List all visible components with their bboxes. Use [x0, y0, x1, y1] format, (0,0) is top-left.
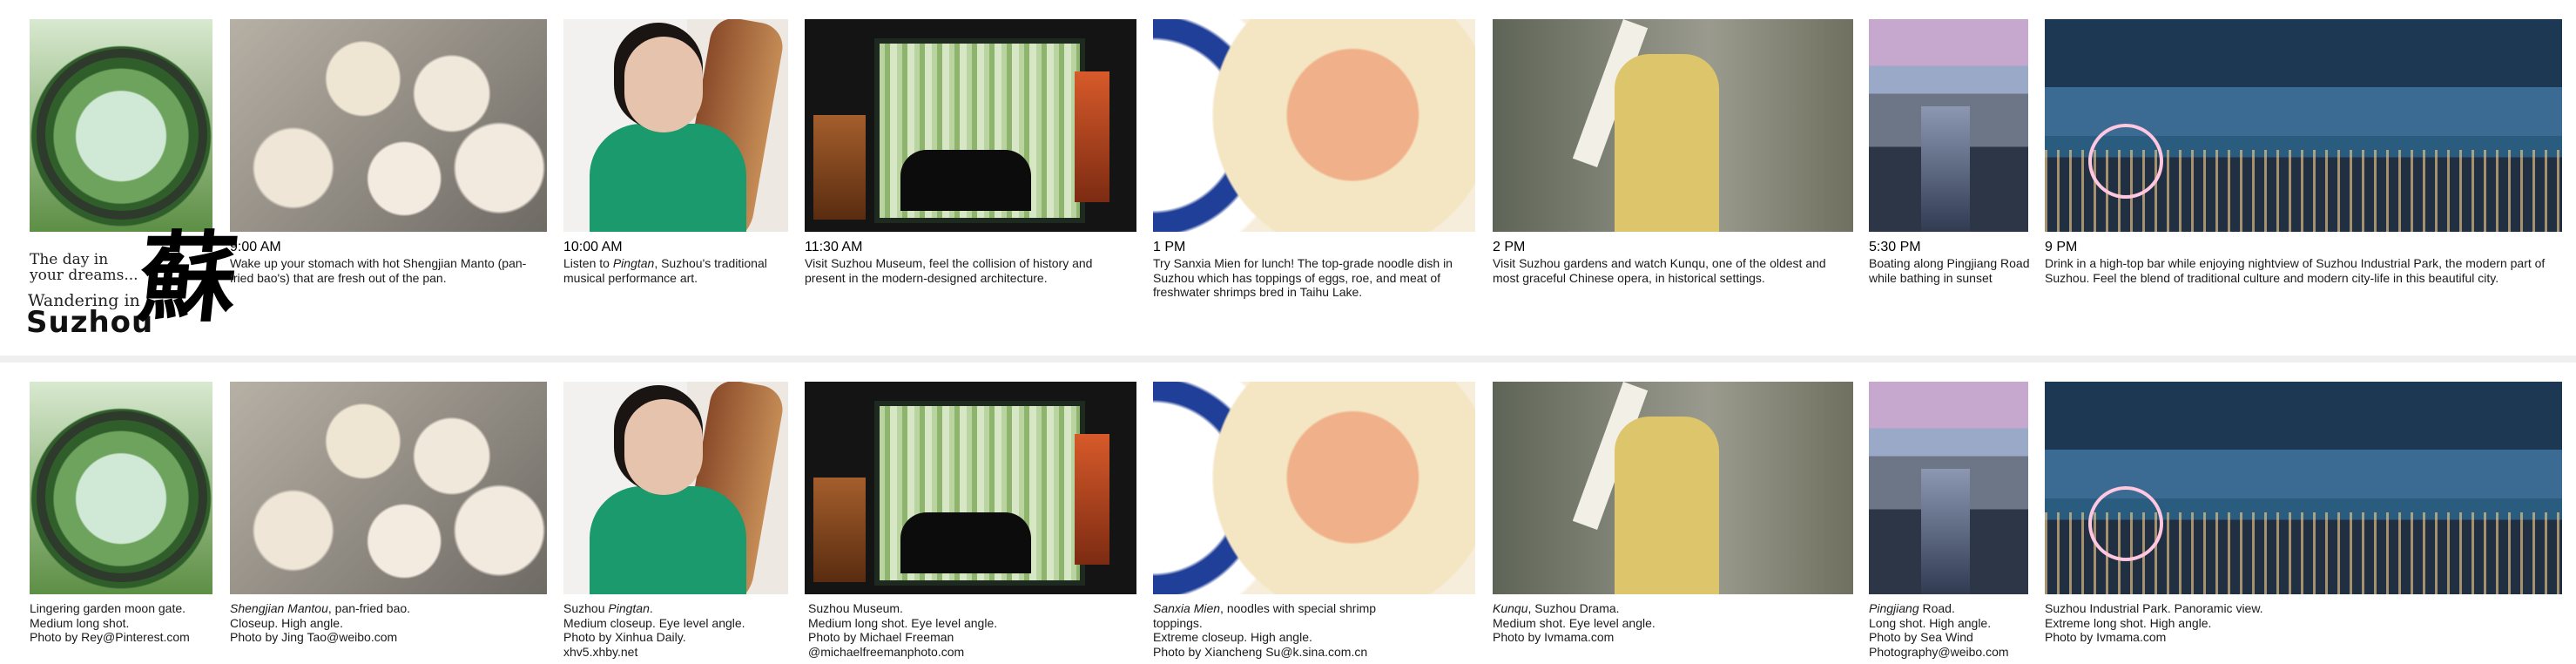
photo-credit: Suzhou Museum. Medium long shot. Eye lev…	[808, 601, 1140, 659]
credit-line: Photo by Ivmama.com	[1493, 630, 1615, 644]
kunqu-photo	[1493, 19, 1853, 232]
credit-line: Medium shot. Eye level angle.	[1493, 615, 1656, 630]
credit-line: Photo by Rey@Pinterest.com	[30, 630, 190, 644]
credit-line: Suzhou Industrial Park. Panoramic view.	[2045, 601, 2263, 615]
su-calligraphy: 蘇	[133, 221, 243, 335]
industrial-park-photo	[2045, 382, 2562, 594]
photo-credit: Suzhou Pingtan. Medium closeup. Eye leve…	[563, 601, 788, 659]
credit-line: Photography@weibo.com	[1869, 644, 2009, 659]
credit-text: , noodles with special shrimp	[1220, 601, 1377, 615]
schedule-text: Visit Suzhou gardens and watch Kunqu, on…	[1493, 256, 1826, 285]
credit-italic: Shengjian Mantou	[230, 601, 328, 615]
photo-credit: Shengjian Mantou, pan-fried bao. Closeup…	[230, 601, 547, 645]
credit-text: .	[649, 601, 653, 615]
credit-line: Photo by Xiancheng Su@k.sina.com.cn	[1153, 644, 1368, 659]
credit-line: Kunqu, Suzhou Drama.	[1493, 601, 1853, 616]
suzhou-museum-photo	[805, 382, 1136, 594]
shengjian-manto-photo	[230, 19, 547, 232]
schedule-time: 9:00 AM	[230, 240, 281, 254]
schedule-text-pre: Listen to	[563, 256, 613, 270]
pingtan-photo	[563, 19, 788, 232]
schedule-item: 2 PM Visit Suzhou gardens and watch Kunq…	[1493, 239, 1853, 285]
schedule-time: 11:30 AM	[805, 240, 863, 254]
photo-credit: Kunqu, Suzhou Drama. Medium shot. Eye le…	[1493, 601, 1853, 645]
schedule-time: 1 PM	[1153, 240, 1186, 254]
schedule-text: Visit Suzhou Museum, feel the collision …	[805, 256, 1093, 285]
schedule-time: 5:30 PM	[1869, 240, 1921, 254]
industrial-park-photo	[2045, 19, 2562, 232]
schedule-text: Wake up your stomach with hot Shengjian …	[230, 256, 527, 285]
suzhou-museum-photo	[805, 19, 1136, 232]
credit-line: xhv5.xhby.net	[563, 644, 638, 659]
schedule-time: 10:00 AM	[563, 240, 623, 254]
schedule-time: 2 PM	[1493, 240, 1526, 254]
schedule-item: 5:30 PM Boating along Pingjiang Road whi…	[1869, 239, 2034, 285]
credit-line: Photo by Jing Tao@weibo.com	[230, 630, 398, 644]
schedule-text-italic: Pingtan	[612, 256, 655, 270]
credit-line: Sanxia Mien, noodles with special shrimp	[1153, 601, 1477, 616]
pingjiang-road-photo	[1869, 19, 2028, 232]
pingtan-photo	[563, 382, 788, 594]
sanxia-mien-photo	[1153, 19, 1475, 232]
credit-line: @michaelfreemanphoto.com	[808, 644, 965, 659]
credits-row: Lingering garden moon gate. Medium long …	[0, 362, 2576, 664]
credit-line: Photo by Ivmama.com	[2045, 630, 2167, 644]
credit-line: Suzhou Museum.	[808, 601, 903, 615]
credit-line: Photo by Michael Freeman	[808, 630, 954, 644]
photo-credit: Pingjiang Road. Long shot. High angle. P…	[1869, 601, 2034, 659]
credit-line: Medium long shot.	[30, 615, 130, 630]
credit-line: toppings.	[1153, 615, 1203, 630]
schedule-time: 9 PM	[2045, 240, 2078, 254]
credit-line: Photo by Sea Wind	[1869, 630, 1973, 644]
schedule-text: Try Sanxia Mien for lunch! The top-grade…	[1153, 256, 1453, 299]
pingjiang-road-photo	[1869, 382, 2028, 594]
credit-line: Suzhou Pingtan.	[563, 601, 788, 616]
schedule-text: Drink in a high-top bar while enjoying n…	[2045, 256, 2546, 285]
credit-line: Extreme long shot. High angle.	[2045, 615, 2212, 630]
row-divider	[0, 356, 2576, 362]
logo-line-1: The day in	[30, 251, 109, 268]
schedule-item: 9:00 AM Wake up your stomach with hot Sh…	[230, 239, 547, 285]
photo-credit: Suzhou Industrial Park. Panoramic view. …	[2045, 601, 2562, 645]
credit-text: Suzhou	[563, 601, 609, 615]
credit-line: Shengjian Mantou, pan-fried bao.	[230, 601, 547, 616]
schedule-item: 11:30 AM Visit Suzhou Museum, feel the c…	[805, 239, 1136, 285]
credit-line: Medium closeup. Eye level angle.	[563, 615, 745, 630]
itinerary-row: The day in your dreams... Wandering in S…	[0, 0, 2576, 356]
credit-italic: Sanxia Mien	[1153, 601, 1221, 615]
credit-italic: Pingjiang	[1869, 601, 1919, 615]
logo-line-2: your dreams...	[30, 267, 138, 284]
shengjian-manto-photo	[230, 382, 547, 594]
sanxia-mien-photo	[1153, 382, 1475, 594]
moon-gate-photo	[30, 382, 212, 594]
credit-line: Pingjiang Road.	[1869, 601, 2034, 616]
photo-credit: Sanxia Mien, noodles with special shrimp…	[1153, 601, 1477, 659]
credit-line: Lingering garden moon gate.	[30, 601, 186, 615]
credit-text: , pan-fried bao.	[327, 601, 411, 615]
credit-italic: Pingtan	[608, 601, 650, 615]
photo-credit: Lingering garden moon gate. Medium long …	[30, 601, 221, 645]
moon-gate-photo	[30, 19, 212, 232]
credit-line: Extreme closeup. High angle.	[1153, 630, 1312, 644]
schedule-item: 10:00 AM Listen to Pingtan, Suzhou's tra…	[563, 239, 788, 285]
schedule-item: 9 PM Drink in a high-top bar while enjoy…	[2045, 239, 2567, 285]
schedule-item: 1 PM Try Sanxia Mien for lunch! The top-…	[1153, 239, 1477, 300]
credit-line: Photo by Xinhua Daily.	[563, 630, 686, 644]
kunqu-photo	[1493, 382, 1853, 594]
credit-line: Closeup. High angle.	[230, 615, 343, 630]
title-logo: The day in your dreams... Wandering in S…	[26, 221, 243, 340]
credit-italic: Kunqu	[1493, 601, 1528, 615]
credit-line: Medium long shot. Eye level angle.	[808, 615, 998, 630]
credit-line: Long shot. High angle.	[1869, 615, 1992, 630]
credit-text: , Suzhou Drama.	[1527, 601, 1620, 615]
credit-text: Road.	[1919, 601, 1955, 615]
schedule-text: Boating along Pingjiang Road while bathi…	[1869, 256, 2030, 285]
